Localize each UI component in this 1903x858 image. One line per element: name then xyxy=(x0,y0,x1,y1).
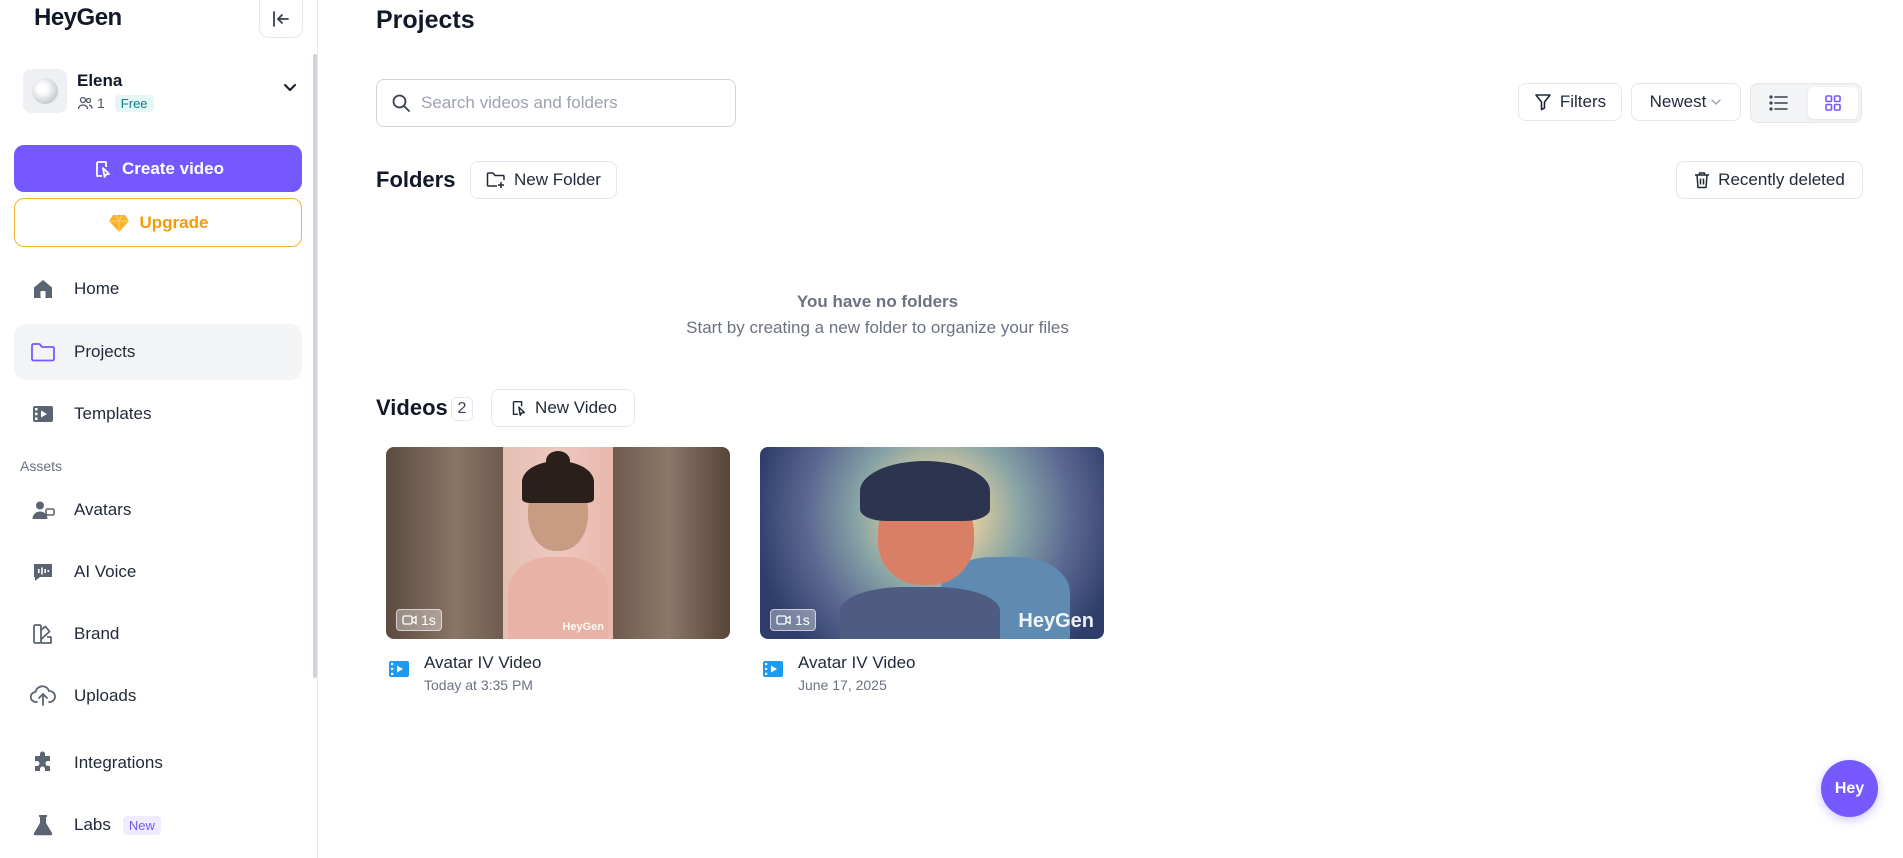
filter-icon xyxy=(1535,94,1551,111)
video-camera-icon xyxy=(776,615,791,625)
sidebar-item-label: Projects xyxy=(74,342,136,361)
filters-button[interactable]: Filters xyxy=(1518,83,1622,121)
diamond-icon xyxy=(108,214,129,232)
brand-icon xyxy=(30,621,56,647)
new-badge: New xyxy=(122,815,161,835)
video-title[interactable]: Avatar IV Video xyxy=(798,653,916,673)
collapse-icon xyxy=(273,10,289,27)
recently-deleted-label: Recently deleted xyxy=(1718,170,1845,189)
sidebar-item-label: Uploads xyxy=(74,686,137,705)
new-video-label: New Video xyxy=(535,398,617,417)
page-title: Projects xyxy=(376,6,475,34)
chat-support-button[interactable]: Hey xyxy=(1821,760,1878,817)
list-icon xyxy=(1769,95,1788,111)
sidebar-item-avatars[interactable]: Avatars xyxy=(14,482,302,538)
main-content: Projects Filters Newest Folders New Fold… xyxy=(318,0,1903,858)
video-card[interactable]: 1s HeyGen Avatar IV Video Today at 3:35 … xyxy=(386,447,730,693)
flask-icon xyxy=(30,812,56,838)
search-icon xyxy=(392,94,410,112)
duration-text: 1s xyxy=(795,612,810,628)
empty-folders-subtitle: Start by creating a new folder to organi… xyxy=(686,318,1069,337)
cursor-icon xyxy=(512,400,526,416)
trash-icon xyxy=(1695,172,1710,189)
folders-heading: Folders xyxy=(376,167,456,192)
account-switcher[interactable]: Elena 1 Free xyxy=(23,66,303,116)
home-icon xyxy=(30,276,56,302)
avatar xyxy=(23,69,67,113)
voice-icon xyxy=(30,559,56,585)
videos-count-badge: 2 xyxy=(451,397,473,421)
sort-label: Newest xyxy=(1649,92,1707,111)
duration-badge: 1s xyxy=(396,609,442,631)
sidebar-item-label: Brand xyxy=(74,624,120,643)
create-video-label: Create video xyxy=(121,158,225,178)
create-video-button[interactable]: Create video xyxy=(14,145,302,192)
avatar-icon xyxy=(30,497,56,523)
recently-deleted-button[interactable]: Recently deleted xyxy=(1676,161,1863,199)
search-box[interactable] xyxy=(376,79,736,127)
plan-badge: Free xyxy=(114,94,154,112)
member-count: 1 xyxy=(97,95,105,111)
sidebar-item-integrations[interactable]: Integrations xyxy=(14,735,302,791)
sidebar-item-projects[interactable]: Projects xyxy=(14,324,302,380)
video-thumbnail[interactable]: 1s HeyGen xyxy=(760,447,1104,639)
filters-label: Filters xyxy=(1559,92,1607,111)
video-title[interactable]: Avatar IV Video xyxy=(424,653,542,673)
upgrade-button[interactable]: Upgrade xyxy=(14,198,302,247)
video-thumbnail[interactable]: 1s HeyGen xyxy=(386,447,730,639)
folder-plus-icon xyxy=(486,172,505,188)
users-icon xyxy=(77,96,93,110)
sidebar-item-ai-voice[interactable]: AI Voice xyxy=(14,544,302,600)
videos-heading: Videos xyxy=(376,395,448,420)
assets-section-label: Assets xyxy=(20,458,63,474)
list-view-button[interactable] xyxy=(1754,87,1804,119)
sidebar-item-uploads[interactable]: Uploads xyxy=(14,668,302,724)
sidebar-item-label: Labs xyxy=(74,815,111,834)
puzzle-icon xyxy=(30,750,56,776)
sidebar-item-label: Avatars xyxy=(74,500,132,519)
sidebar-item-label: Home xyxy=(74,279,120,298)
duration-badge: 1s xyxy=(770,609,816,631)
folder-icon xyxy=(30,339,56,365)
view-mode-toggle xyxy=(1750,83,1862,123)
video-date: June 17, 2025 xyxy=(798,677,887,693)
sidebar-item-brand[interactable]: Brand xyxy=(14,606,302,662)
chat-label: Hey xyxy=(1834,779,1865,797)
sidebar-item-templates[interactable]: Templates xyxy=(14,386,302,442)
film-icon xyxy=(30,401,56,427)
new-folder-label: New Folder xyxy=(514,170,601,189)
empty-folders-title: You have no folders xyxy=(796,292,959,311)
sidebar-item-label: Integrations xyxy=(74,753,163,772)
watermark: HeyGen xyxy=(1018,610,1094,632)
sidebar-item-labs[interactable]: Labs New xyxy=(14,797,302,853)
sort-dropdown[interactable]: Newest xyxy=(1631,83,1741,121)
video-card[interactable]: 1s HeyGen Avatar IV Video June 17, 2025 xyxy=(760,447,1104,693)
chevron-down-icon xyxy=(284,84,296,91)
chevron-down-icon xyxy=(1711,99,1722,105)
sidebar-item-label: Templates xyxy=(74,404,152,423)
duration-text: 1s xyxy=(421,612,436,628)
new-folder-button[interactable]: New Folder xyxy=(470,161,617,199)
grid-view-button[interactable] xyxy=(1808,87,1858,119)
upload-icon xyxy=(30,683,56,709)
search-input[interactable] xyxy=(421,93,721,113)
heygen-logo[interactable]: HeyGen xyxy=(34,4,122,32)
sidebar-item-home[interactable]: Home xyxy=(14,261,302,317)
video-date: Today at 3:35 PM xyxy=(424,677,533,693)
video-file-icon xyxy=(763,661,783,677)
account-name: Elena xyxy=(77,70,123,90)
upgrade-label: Upgrade xyxy=(139,212,209,232)
collapse-sidebar-button[interactable] xyxy=(259,0,303,38)
sidebar-item-label: AI Voice xyxy=(74,562,137,581)
video-camera-icon xyxy=(402,615,417,625)
new-video-button[interactable]: New Video xyxy=(491,389,635,427)
sidebar: HeyGen Elena 1 Free Create video Upgrade… xyxy=(0,0,318,858)
sidebar-scrollbar[interactable] xyxy=(313,54,317,678)
cursor-icon xyxy=(96,160,110,178)
grid-icon xyxy=(1825,95,1841,111)
watermark: HeyGen xyxy=(562,621,604,633)
video-file-icon xyxy=(389,661,409,677)
